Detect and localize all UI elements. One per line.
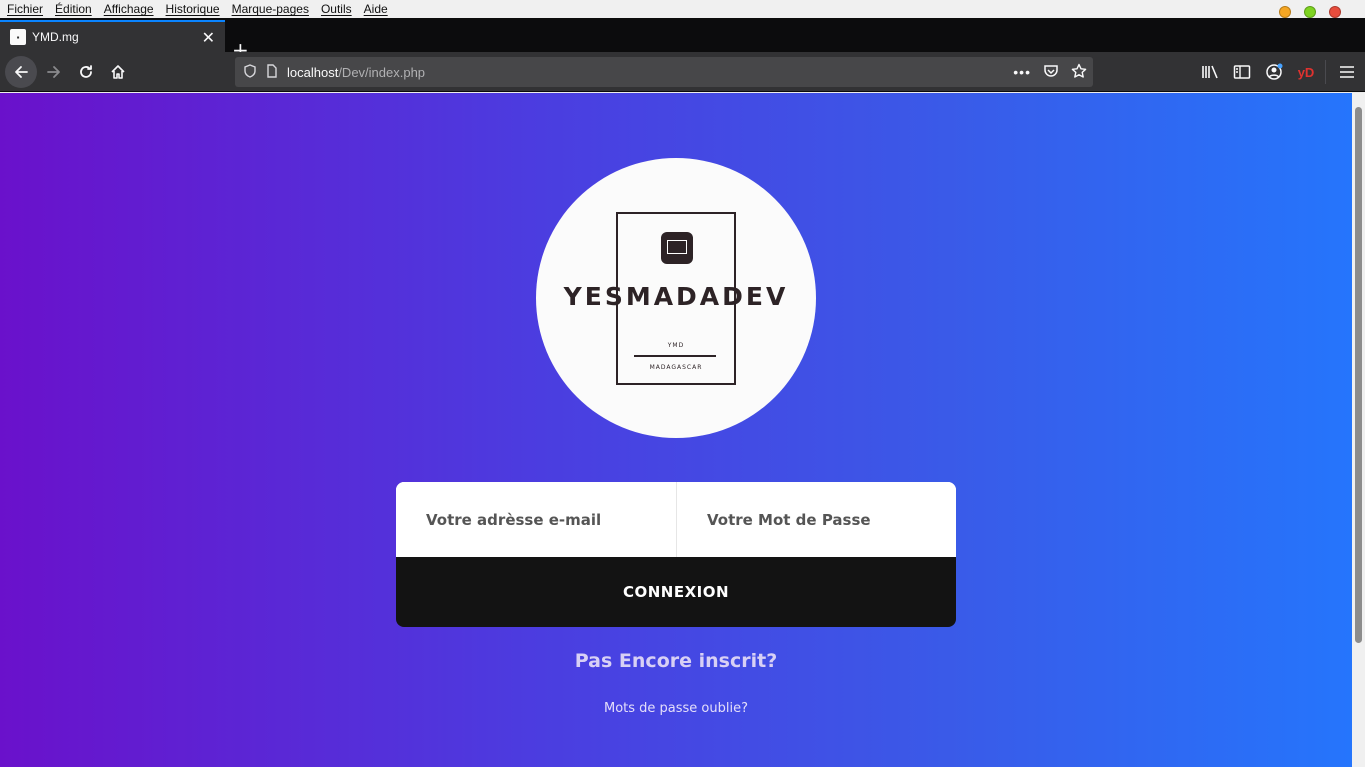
page-icon[interactable] bbox=[265, 63, 279, 81]
menu-historique[interactable]: Historique bbox=[160, 2, 226, 16]
favicon-icon: ▪ bbox=[10, 29, 26, 45]
pocket-icon[interactable] bbox=[1043, 63, 1059, 82]
menu-affichage[interactable]: Affichage bbox=[98, 2, 160, 16]
browser-window-icon bbox=[661, 232, 693, 264]
back-button[interactable] bbox=[5, 56, 37, 88]
menu-fichier[interactable]: Fichier bbox=[0, 2, 49, 16]
logo-divider bbox=[634, 355, 716, 357]
home-icon bbox=[111, 65, 125, 79]
close-tab-icon[interactable]: ✕ bbox=[202, 28, 215, 48]
email-input[interactable] bbox=[396, 482, 676, 557]
bookmark-star-icon[interactable] bbox=[1071, 63, 1087, 82]
reload-button[interactable] bbox=[70, 56, 102, 88]
tab-strip: ▪ YMD.mg ✕ + bbox=[0, 18, 1365, 62]
login-fields bbox=[396, 482, 956, 557]
menu-aide[interactable]: Aide bbox=[358, 2, 394, 16]
logo-country: MADAGASCAR bbox=[649, 364, 703, 371]
logo-subtitle: YMD bbox=[667, 342, 685, 349]
reload-icon bbox=[80, 65, 92, 78]
menu-edition[interactable]: Édition bbox=[49, 2, 98, 16]
forward-arrow-icon bbox=[47, 66, 60, 78]
menu-outils[interactable]: Outils bbox=[315, 2, 358, 16]
url-path: /Dev/index.php bbox=[338, 64, 426, 80]
hamburger-menu-icon[interactable] bbox=[1337, 62, 1357, 82]
maximize-button[interactable] bbox=[1304, 6, 1316, 18]
home-button[interactable] bbox=[102, 56, 134, 88]
url-bar[interactable]: localhost/Dev/index.php ••• bbox=[235, 57, 1093, 87]
connexion-button[interactable]: CONNEXION bbox=[396, 557, 956, 627]
shield-icon[interactable] bbox=[243, 63, 257, 81]
password-input[interactable] bbox=[676, 482, 956, 557]
library-icon[interactable] bbox=[1200, 62, 1220, 82]
scrollbar-thumb[interactable] bbox=[1355, 107, 1362, 643]
logo-title: YESMADADEV bbox=[563, 282, 789, 311]
login-form: CONNEXION bbox=[396, 482, 956, 627]
nav-toolbar: localhost/Dev/index.php ••• yD bbox=[0, 52, 1365, 92]
window-controls bbox=[1279, 6, 1341, 18]
back-arrow-icon bbox=[15, 66, 28, 78]
sidebar-icon[interactable] bbox=[1232, 62, 1252, 82]
page-viewport: YESMADADEV YMD MADAGASCAR CONNEXION Pas … bbox=[0, 93, 1352, 767]
extension-yd-icon[interactable]: yD bbox=[1295, 62, 1317, 82]
account-icon[interactable] bbox=[1264, 62, 1284, 82]
page-actions-icon[interactable]: ••• bbox=[1013, 64, 1031, 80]
forward-button[interactable] bbox=[38, 56, 70, 88]
tab-title: YMD.mg bbox=[32, 30, 79, 44]
forgot-password-link[interactable]: Mots de passe oublie? bbox=[396, 701, 956, 716]
toolbar-divider bbox=[1325, 60, 1326, 84]
menu-marque-pages[interactable]: Marque-pages bbox=[226, 2, 315, 16]
menu-bar: Fichier Édition Affichage Historique Mar… bbox=[0, 0, 1365, 18]
close-window-button[interactable] bbox=[1329, 6, 1341, 18]
page-scrollbar[interactable] bbox=[1352, 93, 1365, 767]
signup-link[interactable]: Pas Encore inscrit? bbox=[396, 650, 956, 672]
tab-ymd[interactable]: ▪ YMD.mg ✕ bbox=[0, 20, 225, 52]
minimize-button[interactable] bbox=[1279, 6, 1291, 18]
url-host: localhost bbox=[287, 64, 339, 80]
